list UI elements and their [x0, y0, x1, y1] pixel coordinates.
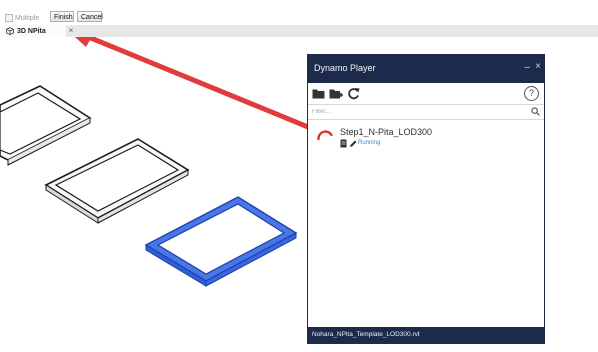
running-spinner-icon [317, 130, 333, 141]
folder-icon[interactable] [312, 88, 325, 99]
view-tab-close-icon[interactable]: × [66, 25, 76, 37]
frame-middle[interactable] [44, 138, 190, 224]
close-icon[interactable]: × [535, 61, 541, 72]
filter-input[interactable] [312, 106, 522, 117]
frame-left[interactable] [0, 85, 92, 166]
cancel-button[interactable]: Cancel [77, 11, 103, 22]
script-status: Running [358, 140, 381, 146]
script-item[interactable]: Step1_N-Pita_LOD300 Running [316, 127, 536, 153]
help-icon[interactable]: ? [524, 86, 539, 101]
dynamo-player-panel: Dynamo Player – × ? Step1_N-Pita_LOD300 [307, 54, 545, 344]
annotation-arrow [64, 26, 333, 139]
active-document-name: Nohara_NPita_Template_LOD300.rvt [312, 331, 420, 338]
dynamo-player-footer: Nohara_NPita_Template_LOD300.rvt [308, 327, 544, 343]
refresh-icon[interactable] [347, 87, 360, 100]
script-name: Step1_N-Pita_LOD300 [340, 127, 433, 137]
edit-pencil-icon[interactable] [349, 139, 357, 148]
view-tab-strip: 3D NPita × [0, 25, 598, 37]
frame-selected[interactable] [144, 196, 298, 287]
3d-view-icon [6, 27, 14, 35]
dynamo-player-toolbar: ? [308, 83, 544, 104]
minimize-icon[interactable]: – [524, 62, 530, 73]
dynamo-player-title: Dynamo Player [314, 63, 376, 73]
script-document-icon[interactable] [340, 139, 347, 148]
multiple-label: Multiple [15, 14, 40, 22]
multiple-checkbox[interactable]: Multiple [5, 12, 39, 24]
finish-button[interactable]: Finish [50, 11, 74, 22]
checkbox-box[interactable] [5, 14, 13, 22]
filter-row [308, 104, 544, 120]
view-tab-3d-npita[interactable]: 3D NPita [0, 25, 66, 37]
folder-new-icon[interactable] [329, 88, 343, 100]
dynamo-player-titlebar[interactable]: Dynamo Player – × [308, 55, 544, 83]
search-icon[interactable] [531, 107, 540, 116]
view-tab-label: 3D NPita [17, 27, 46, 35]
